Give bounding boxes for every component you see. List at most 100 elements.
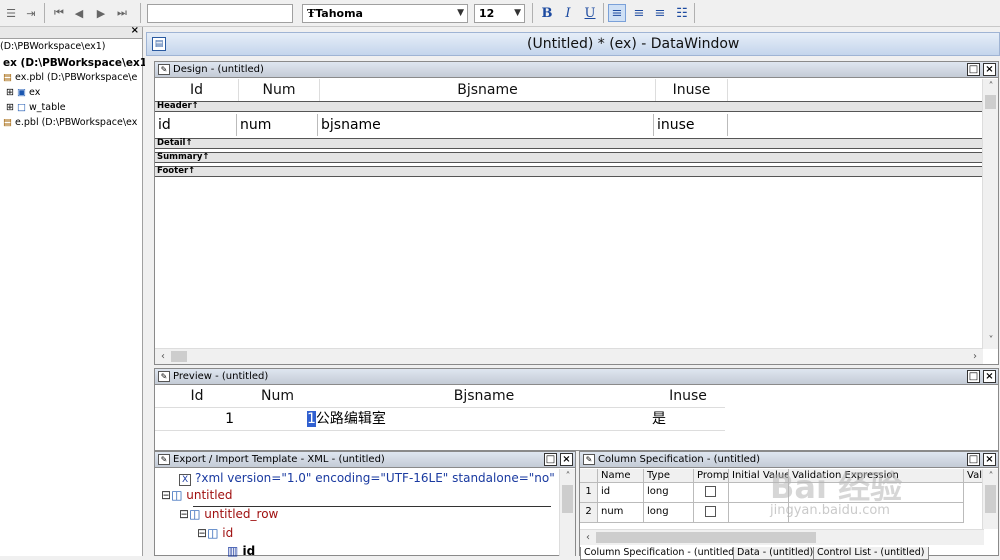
scroll-up-icon[interactable]: ˄ [560, 469, 576, 485]
prompt-checkbox[interactable] [705, 506, 716, 517]
preview-title-label: Preview - (untitled) [173, 371, 269, 382]
xml-pane-title: ✎ Export / Import Template - XML - (unti… [155, 452, 575, 468]
xml-root-element[interactable]: ⊟◫ untitled [161, 487, 233, 503]
header-id[interactable]: Id [155, 79, 239, 101]
font-name-combo[interactable]: ŦTahoma ▼ [302, 4, 468, 23]
prompt-checkbox[interactable] [705, 486, 716, 497]
tree-item-workspace[interactable]: (D:\PBWorkspace\ex1) [0, 40, 142, 54]
last-page-icon[interactable]: ⏭ [113, 4, 131, 22]
tree-item-label: e.pbl (D:\PBWorkspace\ex [15, 117, 138, 128]
detail-inuse[interactable]: inuse [654, 114, 728, 136]
xml-declaration[interactable]: X ?xml version="1.0" encoding="UTF-16LE"… [179, 470, 565, 488]
horizontal-scrollbar[interactable]: ‹ › [155, 348, 983, 364]
tree-item-app[interactable]: ⊞ ▣ ex [6, 86, 148, 100]
italic-button[interactable]: I [559, 4, 577, 22]
grid-corner [580, 469, 598, 483]
tree-item-window[interactable]: ⊞ □ w_table [6, 101, 148, 115]
preview-cell-id[interactable]: 1 [155, 408, 237, 430]
preview-cell-bjsname[interactable]: 1公路编辑室 [307, 408, 652, 430]
tab-column-specification[interactable]: Column Specification - (untitled) [580, 547, 742, 560]
row-number: 2 [580, 503, 598, 523]
tree-item-library[interactable]: ▤ ex.pbl (D:\PBWorkspace\e [3, 71, 145, 85]
align-center-button[interactable]: ≡ [630, 4, 648, 22]
font-size-combo[interactable]: 12 ▼ [474, 4, 525, 23]
vertical-scrollbar[interactable]: ˄ [982, 469, 998, 529]
align-right-button[interactable]: ≡ [651, 4, 669, 22]
retrieve-icon[interactable]: ⇥ [22, 4, 40, 22]
collapse-icon[interactable]: ⊟ [197, 526, 207, 540]
underline-button[interactable]: U [581, 4, 599, 22]
justify-button[interactable]: ☷ [673, 4, 691, 22]
collapse-icon[interactable]: ⊟ [161, 488, 171, 502]
header-num[interactable]: Num [239, 79, 320, 101]
colspec-header-prompt[interactable]: Prompt [694, 469, 729, 483]
tree-item-target[interactable]: ex (D:\PBWorkspace\ex1 [3, 56, 145, 70]
xml-row-element[interactable]: ⊟◫ untitled_row [179, 506, 278, 522]
header-band[interactable]: Header↑ [155, 101, 983, 112]
detail-id[interactable]: id [155, 114, 237, 136]
close-button[interactable]: × [983, 370, 996, 383]
scroll-up-icon[interactable]: ˄ [983, 469, 999, 485]
expand-icon[interactable]: ⊞ [6, 87, 14, 98]
library-icon: ▤ [3, 117, 12, 128]
maximize-button[interactable]: □ [967, 370, 980, 383]
style-combo[interactable] [147, 4, 293, 23]
preview-cell-num[interactable] [237, 408, 316, 430]
tab-label: Control List - (untitled) [817, 547, 925, 558]
close-icon[interactable]: × [131, 25, 139, 36]
xml-root-label: untitled [186, 488, 233, 502]
horizontal-scrollbar[interactable]: ‹ [580, 529, 984, 545]
selected-text: 1 [307, 411, 316, 427]
scroll-left-icon[interactable]: ‹ [580, 530, 596, 546]
header-inuse[interactable]: Inuse [656, 79, 728, 101]
tab-data[interactable]: Data - (untitled) [733, 547, 818, 560]
colspec-header-type[interactable]: Type [644, 469, 694, 483]
vertical-scrollbar[interactable]: ˄ [559, 469, 575, 556]
colspec-prompt-cell[interactable] [694, 503, 729, 523]
maximize-button[interactable]: □ [967, 453, 980, 466]
watermark-url: jingyan.baidu.com [770, 503, 890, 518]
colspec-type-cell[interactable]: long [644, 483, 694, 503]
scroll-up-icon[interactable]: ˄ [983, 79, 999, 95]
row-number: 1 [580, 483, 598, 503]
next-page-icon[interactable]: ▶ [92, 4, 110, 22]
collapse-icon[interactable]: ⊟ [179, 507, 189, 521]
scroll-down-icon[interactable]: ˅ [983, 333, 999, 349]
colspec-header-name[interactable]: Name [598, 469, 644, 483]
detail-bjsname[interactable]: bjsname [318, 114, 654, 136]
close-button[interactable]: × [983, 453, 996, 466]
maximize-button[interactable]: □ [544, 453, 557, 466]
xml-id-element[interactable]: ⊟◫ id [197, 525, 233, 541]
scroll-right-icon[interactable]: › [967, 349, 983, 365]
scroll-left-icon[interactable]: ‹ [155, 349, 171, 365]
align-left-button[interactable]: ≡ [608, 4, 626, 22]
watermark-logo: Bai 经验 [770, 468, 903, 506]
truetype-icon: Ŧ [307, 7, 316, 20]
prior-page-icon[interactable]: ◀ [70, 4, 88, 22]
expand-icon[interactable]: ⊞ [6, 102, 14, 113]
colspec-name-cell[interactable]: id [598, 483, 644, 503]
xml-title-label: Export / Import Template - XML - (untitl… [173, 454, 385, 465]
bold-button[interactable]: B [538, 4, 556, 22]
close-button[interactable]: × [983, 63, 996, 76]
colspec-prompt-cell[interactable] [694, 483, 729, 503]
vertical-scrollbar[interactable]: ˄ ˅ [982, 79, 998, 349]
summary-band[interactable]: Summary↑ [155, 152, 983, 163]
tree-item-library[interactable]: ▤ e.pbl (D:\PBWorkspace\ex [3, 116, 145, 130]
xml-template-pane: ✎ Export / Import Template - XML - (unti… [154, 451, 576, 559]
colspec-type-cell[interactable]: long [644, 503, 694, 523]
close-button[interactable]: × [560, 453, 573, 466]
detail-band[interactable]: Detail↑ [155, 138, 983, 149]
colspec-header-validation-msg[interactable]: Vali [964, 469, 984, 483]
detail-num[interactable]: num [237, 114, 318, 136]
preview-cell-inuse[interactable]: 是 [652, 408, 724, 430]
tab-control-list[interactable]: Control List - (untitled) [813, 547, 929, 560]
properties-icon[interactable]: ☰ [2, 4, 20, 22]
xml-id-column[interactable]: ▥ id [227, 543, 255, 559]
colspec-name-cell[interactable]: num [598, 503, 644, 523]
maximize-button[interactable]: □ [967, 63, 980, 76]
tree-item-label: ex [29, 87, 41, 98]
footer-band[interactable]: Footer↑ [155, 166, 983, 177]
first-page-icon[interactable]: ⏮ [50, 4, 68, 22]
header-bjsname[interactable]: Bjsname [320, 79, 656, 101]
